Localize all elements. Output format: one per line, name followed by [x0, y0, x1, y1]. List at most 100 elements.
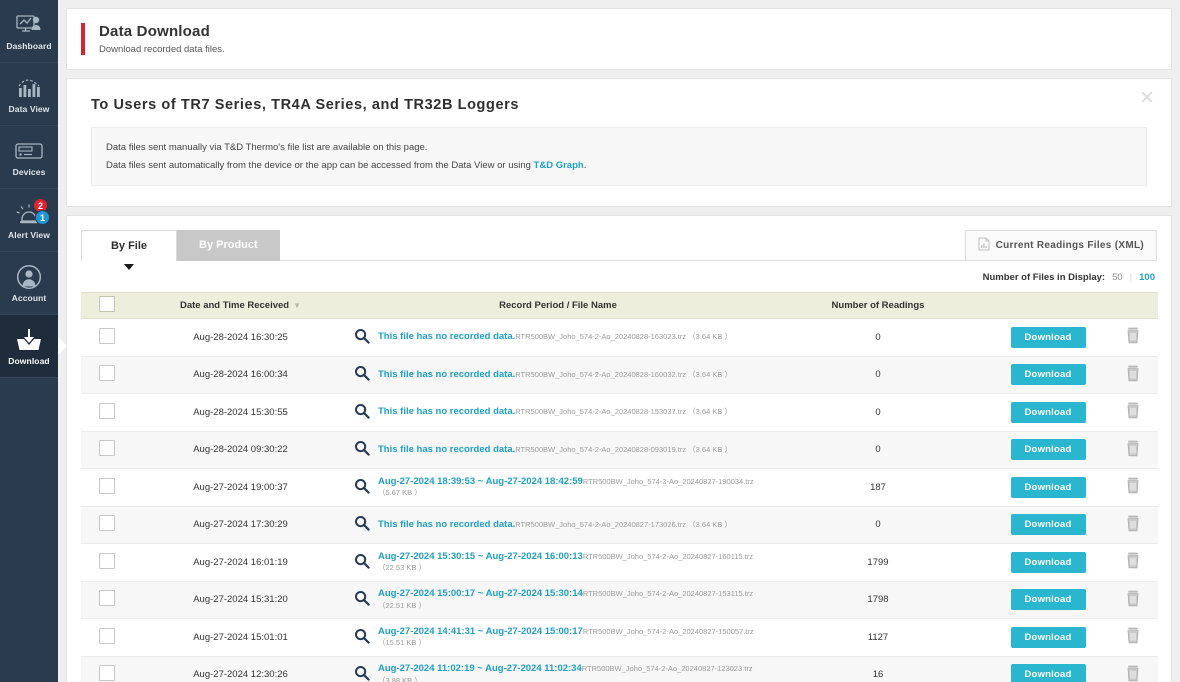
tab-by-file-label: By File: [110, 240, 148, 253]
cell-download: Download: [988, 319, 1108, 357]
download-button[interactable]: Download: [1010, 476, 1086, 498]
td-graph-link[interactable]: T&D Graph: [534, 160, 584, 171]
file-period-link[interactable]: Aug-27-2024 14:41:31 ~ Aug-27-2024 15:00…: [378, 626, 583, 637]
preview-icon[interactable]: [354, 590, 370, 609]
preview-icon[interactable]: [354, 403, 370, 422]
cell-readings: 0: [875, 444, 881, 456]
preview-icon[interactable]: [354, 628, 370, 647]
trash-icon[interactable]: [1126, 552, 1140, 572]
title-wrap: Data Download Download recorded data fil…: [81, 23, 1171, 55]
file-period-link[interactable]: Aug-27-2024 18:39:53 ~ Aug-27-2024 18:42…: [378, 476, 583, 487]
trash-icon[interactable]: [1126, 627, 1140, 647]
cell-delete: [1108, 356, 1158, 394]
trash-icon[interactable]: [1126, 665, 1140, 682]
preview-icon[interactable]: [354, 515, 370, 534]
file-size-value: 3.64 KB: [695, 444, 723, 454]
file-list-card: By File By Product Current Readings File…: [66, 215, 1172, 682]
file-name-text: RTR500BW_Joho_574-2-Ao_20240828-163023.t…: [515, 332, 732, 342]
trash-icon[interactable]: [1126, 365, 1140, 385]
preview-icon[interactable]: [354, 328, 370, 347]
download-button[interactable]: Download: [1010, 514, 1086, 536]
row-checkbox[interactable]: [99, 327, 115, 344]
row-checkbox[interactable]: [99, 440, 115, 457]
sidebar-item-label: Dashboard: [6, 40, 52, 51]
alert-badge-info[interactable]: 1: [35, 210, 50, 225]
row-checkbox[interactable]: [99, 402, 115, 419]
trash-icon[interactable]: [1126, 477, 1140, 497]
row-select-cell: [81, 319, 133, 357]
file-period-link[interactable]: This file has no recorded data.: [378, 331, 515, 342]
row-checkbox[interactable]: [99, 627, 115, 644]
sidebar-item-download[interactable]: Download: [0, 315, 67, 378]
display-count-100[interactable]: 100: [1139, 272, 1155, 283]
download-button[interactable]: Download: [1010, 626, 1086, 648]
download-button[interactable]: Download: [1010, 589, 1086, 611]
row-select-cell: [81, 656, 133, 682]
cell-file: Aug-27-2024 15:30:15 ~ Aug-27-2024 16:00…: [348, 544, 768, 582]
sidebar-item-alert-view[interactable]: 2 1 Alert View: [0, 189, 58, 252]
file-period-link[interactable]: This file has no recorded data.: [378, 519, 515, 530]
file-name-value: RTR500BW_Joho_574-2-Ao_20240827-153115.t…: [582, 589, 754, 598]
cell-readings: 1799: [867, 556, 889, 568]
row-checkbox[interactable]: [99, 590, 115, 607]
current-readings-xml-button[interactable]: Current Readings Files (XML): [964, 230, 1157, 262]
trash-icon[interactable]: [1126, 515, 1140, 535]
cell-delete: [1108, 581, 1158, 619]
preview-icon[interactable]: [354, 478, 370, 497]
file-period-link[interactable]: This file has no recorded data.: [378, 406, 515, 417]
cell-received: Aug-27-2024 12:30:26: [193, 669, 288, 681]
download-button[interactable]: Download: [1010, 664, 1086, 682]
preview-icon[interactable]: [354, 365, 370, 384]
table-row: Aug-27-2024 17:30:29 This file has no rec…: [81, 506, 1158, 544]
table-header-row: Date and Time Received ▼ Record Period / …: [81, 292, 1158, 320]
close-icon[interactable]: ✕: [1137, 89, 1157, 109]
sidebar-item-account[interactable]: Account: [0, 252, 58, 315]
download-button[interactable]: Download: [1010, 401, 1086, 423]
file-period-link[interactable]: Aug-27-2024 15:30:15 ~ Aug-27-2024 16:00…: [378, 551, 583, 562]
download-button[interactable]: Download: [1010, 439, 1086, 461]
sidebar-item-devices[interactable]: Devices: [0, 126, 58, 189]
cell-received: Aug-27-2024 17:30:29: [193, 519, 288, 531]
row-select-cell: [81, 619, 133, 657]
preview-icon[interactable]: [354, 553, 370, 572]
file-name-value: RTR500BW_Joho_574-2-Ao_20240827-150057.t…: [582, 626, 754, 636]
display-count-50[interactable]: 50: [1112, 272, 1123, 283]
file-period-link[interactable]: Aug-27-2024 15:00:17 ~ Aug-27-2024 15:30…: [378, 588, 583, 599]
row-checkbox[interactable]: [99, 665, 115, 682]
cell-download: Download: [988, 356, 1108, 394]
cell-readings: 0: [875, 369, 881, 381]
tab-by-product[interactable]: By Product: [177, 230, 280, 262]
file-table: Date and Time Received ▼ Record Period / …: [81, 292, 1158, 682]
download-button[interactable]: Download: [1010, 551, 1086, 573]
trash-icon[interactable]: [1126, 440, 1140, 460]
trash-icon[interactable]: [1126, 402, 1140, 422]
tab-by-file[interactable]: By File: [81, 230, 177, 271]
tab-by-product-label: By Product: [199, 239, 258, 252]
download-button[interactable]: Download: [1010, 364, 1086, 386]
cell-delete: [1108, 619, 1158, 657]
row-select-cell: [81, 581, 133, 619]
row-checkbox[interactable]: [99, 552, 115, 569]
download-button[interactable]: Download: [1010, 326, 1086, 348]
table-toolbar: By File By Product Current Readings File…: [81, 230, 1157, 271]
select-all-checkbox[interactable]: [99, 296, 115, 313]
trash-icon[interactable]: [1126, 327, 1140, 347]
trash-icon[interactable]: [1126, 590, 1140, 610]
row-select-cell: [81, 506, 133, 544]
row-checkbox[interactable]: [99, 515, 115, 532]
sidebar-item-data-view[interactable]: Data View: [0, 63, 58, 126]
col-header-readings: Number of Readings: [768, 292, 988, 320]
preview-icon[interactable]: [354, 440, 370, 459]
preview-icon[interactable]: [354, 665, 370, 682]
file-period-link[interactable]: This file has no recorded data.: [378, 444, 515, 455]
sidebar: Dashboard Data View Devices 2 1 Alert Vi…: [0, 0, 67, 682]
file-period-link[interactable]: This file has no recorded data.: [378, 369, 515, 380]
cell-readings: 0: [875, 331, 881, 343]
row-checkbox[interactable]: [99, 365, 115, 382]
row-checkbox[interactable]: [99, 477, 115, 494]
cell-file: Aug-27-2024 15:00:17 ~ Aug-27-2024 15:30…: [348, 581, 768, 619]
col-header-date[interactable]: Date and Time Received ▼: [133, 292, 348, 320]
file-period-link[interactable]: Aug-27-2024 11:02:19 ~ Aug-27-2024 11:02…: [378, 663, 582, 674]
sidebar-item-dashboard[interactable]: Dashboard: [0, 0, 58, 63]
file-size-value: 22.53 KB: [385, 563, 417, 573]
